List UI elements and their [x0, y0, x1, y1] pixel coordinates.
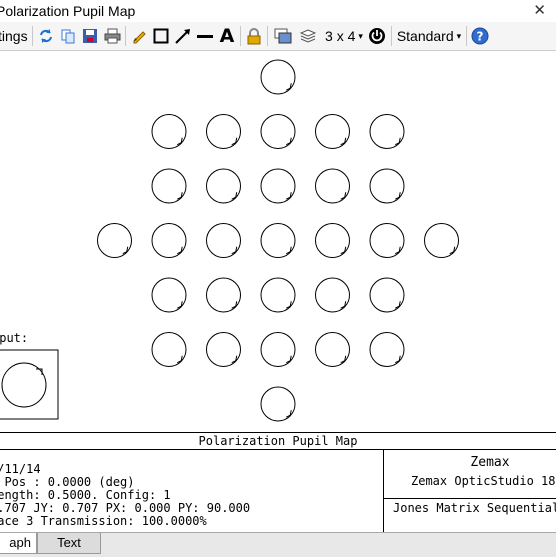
- window-layout-icon[interactable]: [272, 25, 294, 47]
- pupil-ellipse: [315, 277, 350, 313]
- pupil-ellipse: [206, 223, 241, 258]
- window-title: Polarization Pupil Map: [0, 3, 136, 19]
- line-icon[interactable]: [195, 25, 215, 47]
- pupil-ellipse: [151, 332, 187, 367]
- save-icon[interactable]: [80, 25, 100, 47]
- chevron-down-icon: ▾: [358, 30, 363, 41]
- toolbar-divider: [32, 26, 33, 46]
- svg-text:?: ?: [477, 30, 484, 44]
- transmission-line: face 3 Transmission: 100.0000%: [0, 514, 207, 528]
- grid-layout-label: 3 x 4: [325, 28, 356, 44]
- brand-name: Zemax: [470, 455, 510, 470]
- pupil-ellipse: [206, 277, 241, 313]
- pupil-ellipse: [369, 332, 405, 367]
- pupil-ellipse: [315, 223, 350, 258]
- title-bar: Polarization Pupil Map ✕: [0, 0, 556, 23]
- power-icon[interactable]: [366, 25, 388, 47]
- pupil-ellipse: [97, 223, 132, 258]
- pupil-ellipse: [260, 114, 296, 149]
- info-title: Polarization Pupil Map: [0, 433, 556, 450]
- pupil-ellipse: [315, 168, 350, 204]
- tab-text-label: Text: [57, 535, 81, 550]
- mode-box: Jones Matrix Sequential: [384, 499, 556, 533]
- input-polarization-ellipse: [1, 362, 47, 408]
- mode-name: Jones Matrix Sequential: [393, 501, 556, 515]
- input-label: nput:: [0, 331, 29, 345]
- pupil-ellipse: [151, 223, 187, 258]
- pupil-ellipse: [260, 386, 296, 422]
- pupil-ellipse: [206, 114, 241, 149]
- toolbar-divider: [125, 26, 126, 46]
- pupil-ellipse: [260, 223, 296, 258]
- chevron-down-icon: ▾: [456, 30, 462, 41]
- pupil-ellipse: [315, 332, 350, 367]
- print-icon[interactable]: [102, 25, 122, 47]
- pupil-ellipse: [369, 168, 405, 204]
- tab-text[interactable]: Text: [37, 533, 101, 554]
- tab-graph-label: aph: [9, 535, 31, 550]
- arrow-icon[interactable]: [173, 25, 193, 47]
- toolbar: tings A 3 x 4 ▾ Standard ▾ ?: [0, 22, 556, 51]
- lock-icon[interactable]: [244, 25, 264, 47]
- pencil-icon[interactable]: [129, 25, 149, 47]
- pupil-ellipse: [151, 277, 187, 313]
- settings-label: tings: [0, 28, 28, 44]
- pupil-ellipse: [151, 114, 187, 149]
- info-panel: Polarization Pupil Map 5/11/14 d Pos : 0…: [0, 432, 556, 533]
- pupil-ellipse: [151, 168, 187, 204]
- close-icon[interactable]: ✕: [533, 1, 546, 19]
- pupil-ellipse: [424, 223, 459, 258]
- info-details: 5/11/14 d Pos : 0.0000 (deg) length: 0.5…: [0, 450, 384, 533]
- standard-label: Standard: [396, 28, 454, 44]
- pupil-ellipse: [206, 332, 241, 367]
- help-icon[interactable]: ?: [470, 25, 490, 47]
- pupil-ellipse: [369, 223, 405, 258]
- standard-dropdown[interactable]: Standard ▾: [396, 25, 462, 47]
- pupil-ellipse: [260, 168, 296, 204]
- refresh-icon[interactable]: [36, 25, 56, 47]
- pupil-ellipse: [260, 277, 296, 313]
- pupil-ellipse: [260, 332, 296, 367]
- pupil-ellipse: [206, 168, 241, 204]
- tab-bar: aph Text: [0, 532, 556, 557]
- pupil-map-plot: nput:: [0, 51, 556, 432]
- pupil-ellipse: [260, 59, 296, 95]
- brand-box: Zemax Zemax OpticStudio 18: [384, 450, 556, 499]
- layers-icon[interactable]: [297, 25, 319, 47]
- grid-layout-dropdown[interactable]: 3 x 4 ▾: [323, 25, 365, 47]
- product-name: Zemax OpticStudio 18: [411, 474, 556, 488]
- pupil-map-canvas: [0, 59, 459, 422]
- tab-graph[interactable]: aph: [0, 533, 37, 554]
- toolbar-divider: [267, 26, 268, 46]
- settings-button[interactable]: tings: [0, 25, 32, 47]
- pupil-ellipse: [315, 114, 350, 149]
- toolbar-divider: [466, 26, 467, 46]
- pupil-ellipse: [369, 114, 405, 149]
- input-state-box: [0, 349, 59, 420]
- toolbar-divider: [240, 26, 241, 46]
- rectangle-icon[interactable]: [151, 25, 171, 47]
- copy-icon[interactable]: [58, 25, 78, 47]
- toolbar-divider: [391, 26, 392, 46]
- pupil-ellipse: [369, 277, 405, 313]
- text-tool-icon[interactable]: A: [217, 25, 237, 47]
